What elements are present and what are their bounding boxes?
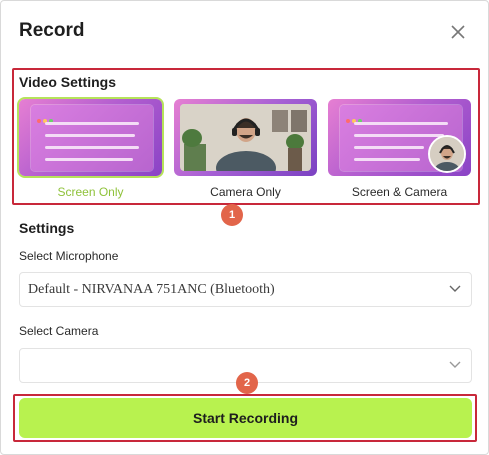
person-photo — [180, 104, 311, 171]
settings-heading: Settings — [19, 220, 75, 236]
chevron-down-icon — [449, 361, 461, 368]
option-screen-only[interactable]: Screen Only — [17, 97, 164, 199]
option-label: Screen Only — [57, 185, 124, 199]
dialog-title: Record — [19, 20, 85, 41]
video-settings-heading: Video Settings — [19, 74, 116, 90]
microphone-label: Select Microphone — [19, 249, 119, 263]
option-label: Camera Only — [210, 185, 281, 199]
microphone-select[interactable]: Default - NIRVANAA 751ANC (Bluetooth) — [19, 272, 472, 307]
option-screen-and-camera[interactable]: Screen & Camera — [328, 99, 471, 199]
option-camera-only[interactable]: Camera Only — [174, 99, 317, 199]
camera-label: Select Camera — [19, 324, 99, 338]
annotation-badge: 2 — [236, 372, 258, 394]
chevron-down-icon — [449, 285, 461, 292]
screen-only-thumbnail — [17, 97, 164, 178]
camera-bubble — [428, 135, 466, 173]
start-recording-button[interactable]: Start Recording — [19, 398, 472, 438]
annotation-badge: 1 — [221, 204, 243, 226]
close-icon[interactable] — [448, 22, 468, 42]
camera-only-thumbnail — [174, 99, 317, 176]
screen-and-camera-thumbnail — [328, 99, 471, 176]
option-label: Screen & Camera — [351, 185, 448, 199]
microphone-value: Default - NIRVANAA 751ANC (Bluetooth) — [28, 282, 275, 297]
record-dialog: Record Video Settings Screen Only Camera… — [0, 0, 489, 455]
